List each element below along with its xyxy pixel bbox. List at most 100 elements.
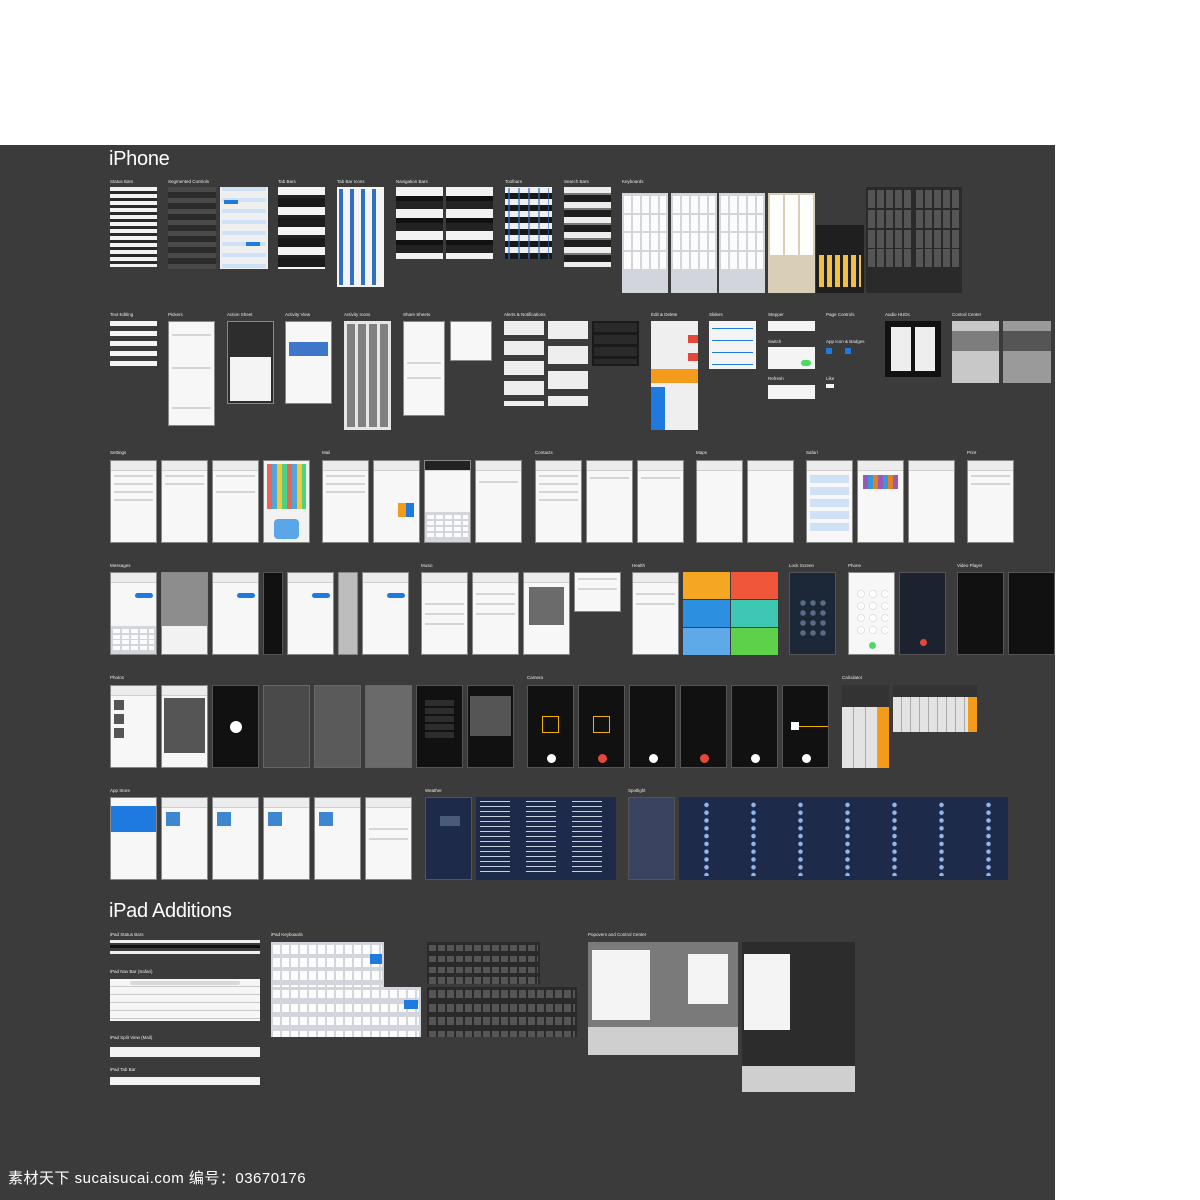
screen-settings-3 <box>212 460 259 543</box>
screen-settings-1 <box>110 460 157 543</box>
screen-photos-1 <box>110 685 157 768</box>
label-music: Music <box>421 563 433 568</box>
screen-appstore-4 <box>263 797 310 880</box>
label-maps: Maps <box>696 450 708 455</box>
screen-contacts-2 <box>586 460 633 543</box>
health-tile-3 <box>683 600 730 627</box>
ipad-popover-share <box>588 942 738 1055</box>
screen-phone-call <box>899 572 946 655</box>
health-tile-5 <box>683 628 730 655</box>
screen-safari-2 <box>857 460 904 543</box>
label-pickers: Pickers <box>168 312 183 317</box>
text-editing-sample <box>110 321 157 369</box>
keyboard-emoji <box>816 225 864 293</box>
screen-camera-3 <box>629 685 676 768</box>
screen-lock <box>789 572 836 655</box>
screen-appstore-1 <box>110 797 157 880</box>
screen-calculator-landscape <box>893 685 977 732</box>
screen-health-1 <box>632 572 679 655</box>
label-ipad-tab-bar: iPad Tab Bar <box>110 1067 136 1072</box>
screen-appstore-3 <box>212 797 259 880</box>
section-title-iphone: iPhone <box>109 148 170 170</box>
label-page-controls: Page Controls <box>826 312 855 317</box>
label-messages: Messages <box>110 563 131 568</box>
nav-bars-light <box>446 187 493 259</box>
screen-camera-4 <box>680 685 727 768</box>
screen-camera-1 <box>527 685 574 768</box>
keyboard-light-1 <box>622 193 668 293</box>
screen-music-4 <box>574 572 621 612</box>
label-alerts: Alerts & Notifications <box>504 312 546 317</box>
label-toolbars: Toolbars <box>505 179 523 184</box>
screen-appstore-5 <box>314 797 361 880</box>
label-contacts: Contacts <box>535 450 553 455</box>
edit-delete-sample <box>651 321 698 430</box>
label-spotlight: Spotlight <box>628 788 646 793</box>
ipad-status-bar-light-2 <box>110 951 260 954</box>
screen-appstore-6 <box>365 797 412 880</box>
label-refresh: Refresh <box>768 376 784 381</box>
refresh-sample <box>768 385 815 399</box>
label-lock-screen: Lock Screen <box>789 563 815 568</box>
screen-camera-5 <box>731 685 778 768</box>
keyboard-numpad <box>768 193 815 293</box>
screen-settings-2 <box>161 460 208 543</box>
screen-photos-edit-1 <box>263 685 310 768</box>
control-center-sample-1 <box>952 321 999 383</box>
screen-photos-video <box>212 685 259 768</box>
ipad-keyboard-dark-2 <box>427 987 577 1037</box>
screen-settings-icons <box>263 460 310 543</box>
screen-messages-1 <box>110 572 157 655</box>
switch-sample[interactable] <box>768 347 815 369</box>
screen-music-2 <box>472 572 519 655</box>
label-tab-bar-icons: Tab Bar Icons <box>337 179 365 184</box>
label-control-center: Control Center <box>952 312 982 317</box>
label-mail: Mail <box>322 450 331 455</box>
toolbars-sample <box>505 187 552 259</box>
label-sliders: Sliders <box>709 312 723 317</box>
label-camera: Camera <box>527 675 544 680</box>
status-bars-sample <box>110 187 157 267</box>
label-ipad-split-view: iPad Split View (Mail) <box>110 1035 153 1040</box>
screen-music-1 <box>421 572 468 655</box>
keyboard-light-2 <box>671 193 717 293</box>
label-action-sheet: Action Sheet <box>227 312 253 317</box>
label-search-bars: Search Bars <box>564 179 589 184</box>
label-status-bars: Status Bars <box>110 179 134 184</box>
keyboard-dark-1 <box>866 187 914 293</box>
label-video-player: Video Player <box>957 563 983 568</box>
share-sheets-sample-1 <box>403 321 445 416</box>
screen-messages-4 <box>263 572 283 655</box>
screen-camera-6 <box>782 685 829 768</box>
ipad-keyboard-light-2 <box>271 987 421 1037</box>
share-sheets-sample-2 <box>450 321 492 361</box>
screen-video-2 <box>1008 572 1055 655</box>
screen-music-3 <box>523 572 570 655</box>
screen-print <box>967 460 1014 543</box>
screen-camera-2 <box>578 685 625 768</box>
label-keyboards: Keyboards <box>622 179 644 184</box>
ipad-popover-control-center <box>742 942 855 1092</box>
screen-safari-3 <box>908 460 955 543</box>
label-weather: Weather <box>425 788 442 793</box>
screen-contacts-3 <box>637 460 684 543</box>
label-navigation-bars: Navigation Bars <box>396 179 428 184</box>
audio-hud-sample <box>885 321 941 377</box>
screen-messages-5 <box>287 572 334 655</box>
health-tile-1 <box>683 572 730 599</box>
label-audio-huds: Audio HUDs <box>885 312 910 317</box>
design-board: iPhone Status Bars Segmented Controls Ta… <box>0 145 1055 1200</box>
app-icon-sample-2 <box>845 348 851 354</box>
label-safari: Safari <box>806 450 818 455</box>
screen-spotlight <box>628 797 675 880</box>
tab-bar-icons-sample <box>337 187 384 287</box>
screen-calculator-portrait <box>842 685 889 768</box>
screen-weather-1 <box>425 797 472 880</box>
screen-phone-keypad <box>848 572 895 655</box>
screen-photos-edit-3 <box>365 685 412 768</box>
screen-video-1 <box>957 572 1004 655</box>
alerts-sample-2 <box>548 321 588 406</box>
like-sample <box>826 384 834 388</box>
screen-photos-edit-5 <box>467 685 514 768</box>
label-tab-bars: Tab Bars <box>278 179 296 184</box>
